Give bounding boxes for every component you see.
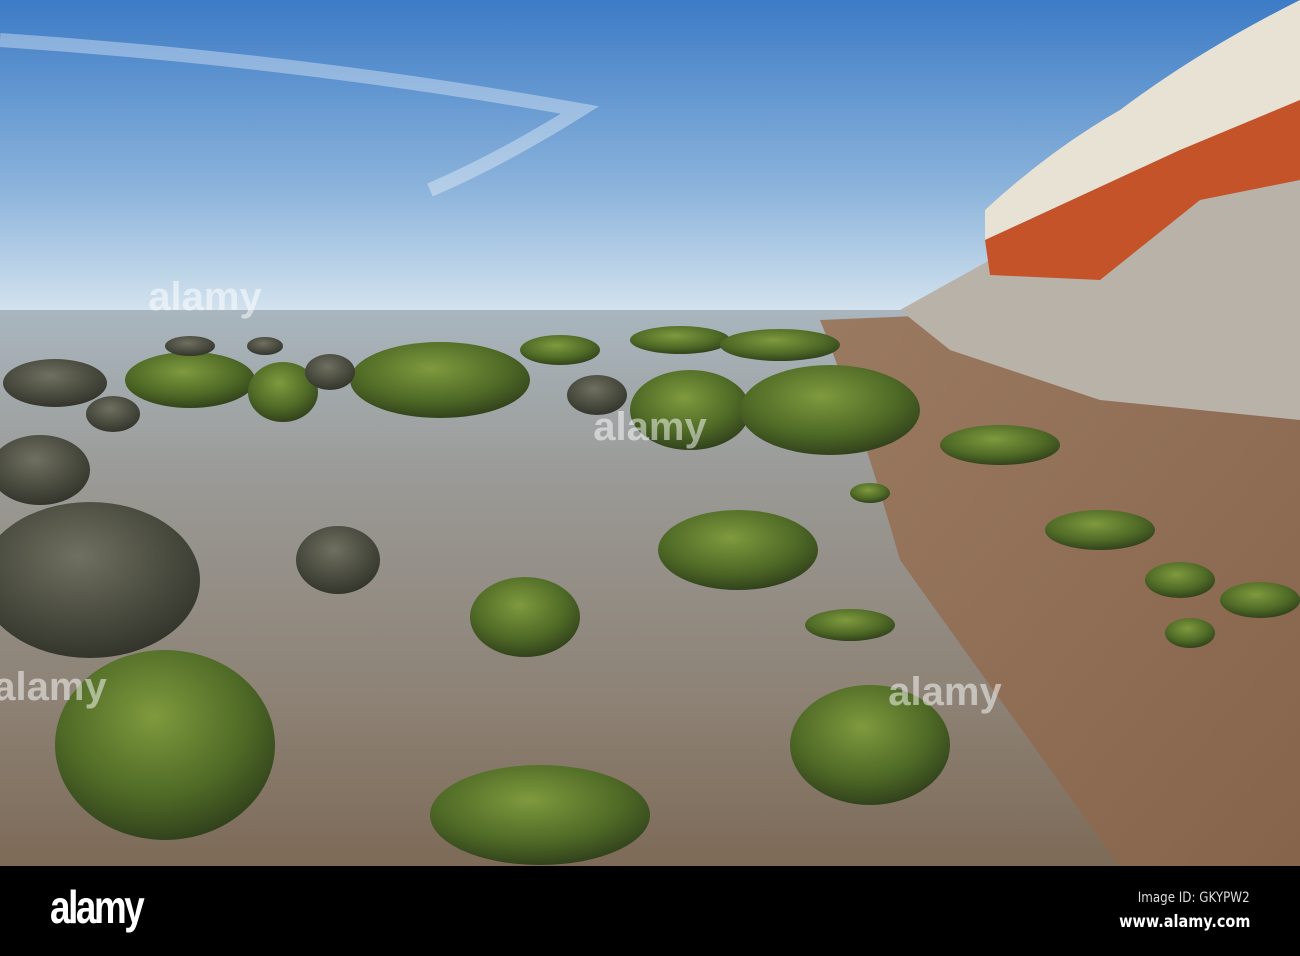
rock — [630, 326, 730, 354]
rock — [125, 352, 255, 408]
rock — [520, 335, 600, 365]
rock — [247, 337, 283, 355]
rock — [1045, 510, 1155, 550]
rock — [720, 329, 840, 361]
rock — [305, 354, 355, 390]
watermark: alamy — [0, 665, 107, 709]
rock — [1145, 562, 1215, 598]
rock — [1220, 582, 1300, 618]
rock — [850, 483, 890, 503]
rock — [86, 396, 140, 432]
rock — [430, 765, 650, 865]
rock — [740, 365, 920, 455]
rock — [350, 342, 530, 418]
site-url[interactable]: www.alamy.com — [1119, 912, 1250, 932]
rock — [940, 425, 1060, 465]
rock — [296, 526, 380, 594]
rock — [165, 336, 215, 356]
alamy-logo: alamy — [50, 881, 145, 933]
coastal-photo: alamy alamy alamy alamy — [0, 0, 1300, 866]
image-id: Image ID: GKYPW2 — [1138, 890, 1250, 906]
watermark: alamy — [148, 275, 262, 319]
rock — [3, 359, 107, 407]
rock — [1165, 618, 1215, 648]
rock — [805, 609, 895, 641]
footer-bar: alamy Image ID: GKYPW2 www.alamy.com — [0, 866, 1300, 956]
rock — [470, 577, 580, 657]
rock — [658, 510, 818, 590]
watermark: alamy — [593, 405, 707, 449]
watermark: alamy — [888, 670, 1002, 714]
